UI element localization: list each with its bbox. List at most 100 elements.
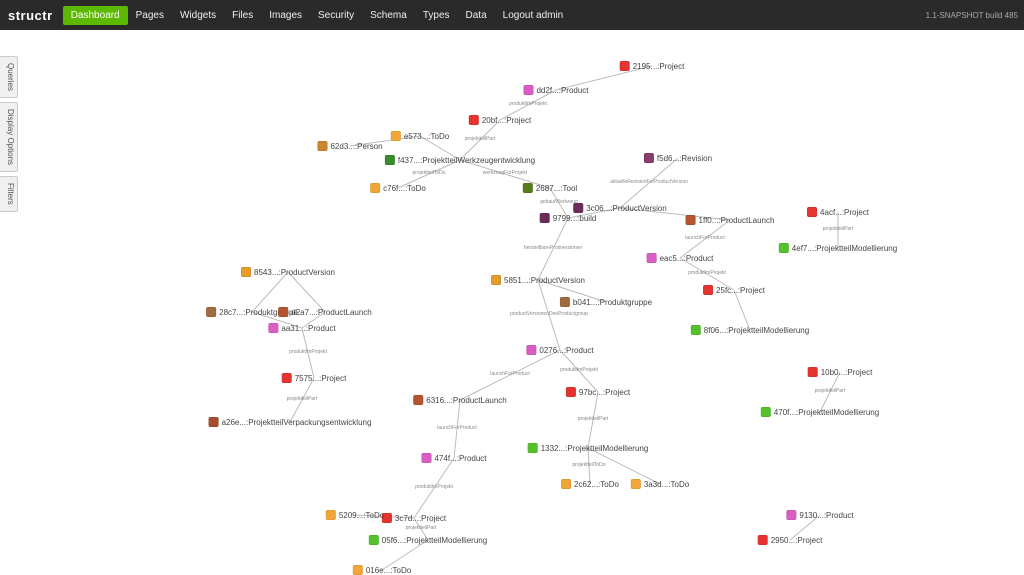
graph-node[interactable]: 474f...:Product xyxy=(421,453,486,463)
graph-node-label: 3a3d...:ToDo xyxy=(644,480,689,489)
nav-item-schema[interactable]: Schema xyxy=(362,6,415,25)
graph-edge xyxy=(460,350,560,400)
graph-node-dot xyxy=(808,367,818,377)
graph-node[interactable]: 6316...:ProductLaunch xyxy=(413,395,507,405)
graph-node[interactable]: 25fc...:Project xyxy=(703,285,765,295)
nav-item-widgets[interactable]: Widgets xyxy=(172,6,224,25)
graph-node-label: b041...:Produktgruppe xyxy=(573,298,652,307)
graph-node-dot xyxy=(391,131,401,141)
graph-node[interactable]: 1332...:ProjektteilModellierung xyxy=(528,443,649,453)
graph-node-label: 8543...:ProductVersion xyxy=(254,268,335,277)
graph-edge xyxy=(454,400,460,458)
nav-item-images[interactable]: Images xyxy=(261,6,310,25)
graph-edge xyxy=(560,350,598,392)
nav-item-pages[interactable]: Pages xyxy=(128,6,172,25)
graph-node[interactable]: 20bf...:Project xyxy=(469,115,531,125)
graph-node-label: 05f6...:ProjektteilModellierung xyxy=(382,536,487,545)
graph-node[interactable]: 4ef7...:ProjektteilModellierung xyxy=(779,243,897,253)
nav-item-files[interactable]: Files xyxy=(224,6,261,25)
graph-node-dot xyxy=(385,155,395,165)
graph-node-dot xyxy=(523,183,533,193)
graph-node[interactable]: c76f...:ToDo xyxy=(370,183,426,193)
graph-node-label: 25fc...:Project xyxy=(716,286,765,295)
nav-item-types[interactable]: Types xyxy=(415,6,458,25)
graph-edge-label: launchForProduct xyxy=(685,235,725,241)
graph-node[interactable]: 8f06...:ProjektteilModellierung xyxy=(691,325,809,335)
graph-edges: produktImProjekt projektteilPart projektte… xyxy=(20,30,1024,575)
graph-node[interactable]: f437...:ProjektteilWerkzeugentwicklung xyxy=(385,155,535,165)
graph-node[interactable]: 62d3...:Person xyxy=(317,141,382,151)
graph-node[interactable]: 1ff0...:ProductLaunch xyxy=(686,215,775,225)
graph-edge-label: projektteilPart xyxy=(465,136,496,142)
side-tab-filters[interactable]: Filters xyxy=(0,176,18,212)
graph-node[interactable]: e573...:ToDo xyxy=(391,131,449,141)
graph-node[interactable]: 0276...:Product xyxy=(526,345,593,355)
nav-item-security[interactable]: Security xyxy=(310,6,362,25)
graph-node[interactable]: 5209...:ToDo xyxy=(326,510,384,520)
graph-node[interactable]: 05f6...:ProjektteilModellierung xyxy=(369,535,487,545)
graph-node[interactable]: 470f...:ProjektteilModellierung xyxy=(761,407,879,417)
graph-node-label: 4acf...:Project xyxy=(820,208,869,217)
graph-node[interactable]: 7575...:Project xyxy=(282,373,347,383)
graph-edge xyxy=(252,272,288,312)
nav-item-dashboard[interactable]: Dashboard xyxy=(63,6,128,25)
graph-node-label: 62d3...:Person xyxy=(330,142,382,151)
graph-node[interactable]: aa31...:Product xyxy=(268,323,335,333)
graph-node[interactable]: f5d6...:Revision xyxy=(644,153,712,163)
graph-node[interactable]: 97bc...:Project xyxy=(566,387,630,397)
graph-node-dot xyxy=(620,61,630,71)
graph-node-label: eac5...:Product xyxy=(660,254,714,263)
brand-logo: structr xyxy=(8,8,53,23)
graph-node[interactable]: 2195...:Project xyxy=(620,61,685,71)
graph-node-dot xyxy=(761,407,771,417)
graph-node-label: 5209...:ToDo xyxy=(339,511,384,520)
side-tab-queries[interactable]: Queries xyxy=(0,56,18,98)
graph-node[interactable]: 3c7d...:Project xyxy=(382,513,446,523)
graph-edge xyxy=(460,120,500,160)
graph-node[interactable]: 9130...:Product xyxy=(786,510,853,520)
nav-item-logout-admin[interactable]: Logout admin xyxy=(495,6,572,25)
graph-edge-label: aktuelleRevisionForProductVersion xyxy=(610,179,688,185)
graph-node[interactable]: dd2f...:Product xyxy=(523,85,588,95)
graph-node[interactable]: 2c62...:ToDo xyxy=(561,479,619,489)
graph-edge-label: projektteilPart xyxy=(815,388,846,394)
graph-node-label: 20bf...:Project xyxy=(482,116,531,125)
graph-node[interactable]: 2950...:Project xyxy=(758,535,823,545)
graph-node-dot xyxy=(241,267,251,277)
graph-node[interactable]: 9799...:build xyxy=(540,213,597,223)
graph-node-label: 5851...:ProductVersion xyxy=(504,276,585,285)
graph-node[interactable]: a26e...:ProjektteilVerpackungsentwicklun… xyxy=(209,417,372,427)
graph-edge-label: werkzeugFürProjekt xyxy=(483,170,528,176)
graph-node[interactable]: d2a7...:ProductLaunch xyxy=(278,307,372,317)
graph-node-label: 2687...:Tool xyxy=(536,184,577,193)
graph-node[interactable]: 4acf...:Project xyxy=(807,207,869,217)
graph-node[interactable]: eac5...:Product xyxy=(647,253,714,263)
graph-edge xyxy=(302,328,314,378)
graph-edge-label: projektteilPart xyxy=(287,396,318,402)
nav-item-data[interactable]: Data xyxy=(458,6,495,25)
graph-node[interactable]: 5851...:ProductVersion xyxy=(491,275,585,285)
side-tabs: Queries Display Options Filters xyxy=(0,56,18,212)
graph-node[interactable]: 2687...:Tool xyxy=(523,183,577,193)
side-tab-display-options[interactable]: Display Options xyxy=(0,102,18,172)
graph-edge xyxy=(538,280,560,350)
graph-node-dot xyxy=(206,307,216,317)
graph-edge-label: produktImProjekt xyxy=(509,101,547,107)
graph-node[interactable]: 016e...:ToDo xyxy=(353,565,411,575)
graph-node-label: e573...:ToDo xyxy=(404,132,449,141)
graph-node[interactable]: b041...:Produktgruppe xyxy=(560,297,652,307)
graph-node-label: aa31...:Product xyxy=(281,324,335,333)
graph-node-dot xyxy=(353,565,363,575)
graph-node[interactable]: 3a3d...:ToDo xyxy=(631,479,689,489)
graph-node[interactable]: 8543...:ProductVersion xyxy=(241,267,335,277)
graph-edge-label: projektteilToDo xyxy=(572,462,605,468)
graph-node-dot xyxy=(807,207,817,217)
graph-node[interactable]: 3c06...:ProductVersion xyxy=(573,203,667,213)
graph-node-label: 8f06...:ProjektteilModellierung xyxy=(704,326,809,335)
graph-canvas[interactable]: produktImProjekt projektteilPart projektte… xyxy=(20,30,1024,575)
graph-node-label: d2a7...:ProductLaunch xyxy=(291,308,372,317)
graph-node[interactable]: 10b0...:Project xyxy=(808,367,873,377)
graph-node-label: 3c06...:ProductVersion xyxy=(586,204,667,213)
graph-node-dot xyxy=(786,510,796,520)
graph-node-label: 474f...:Product xyxy=(434,454,486,463)
